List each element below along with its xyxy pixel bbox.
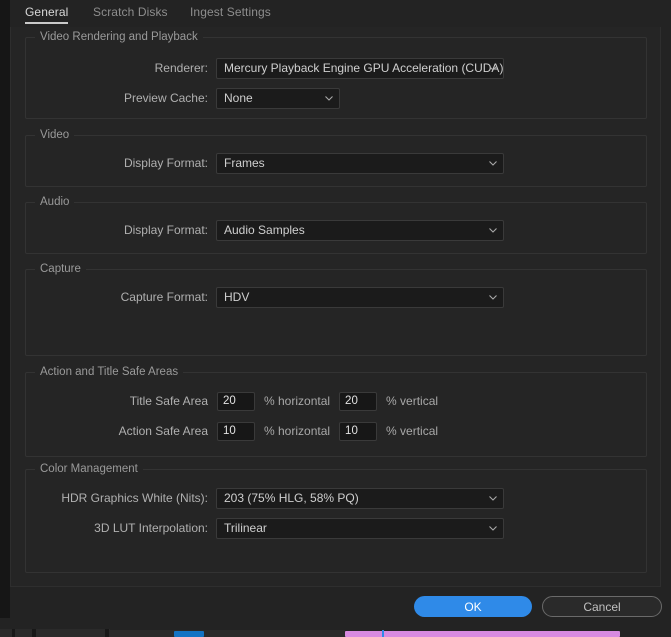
group-video: Video Display Format: Frames xyxy=(25,129,647,187)
capture-format-select[interactable]: HDV xyxy=(216,286,504,308)
row-hdr-graphics-white: HDR Graphics White (Nits): 203 (75% HLG,… xyxy=(26,487,506,509)
chevron-down-icon xyxy=(324,93,333,101)
audio-display-format-label: Display Format: xyxy=(123,223,208,237)
row-capture-format: Capture Format: HDV xyxy=(26,286,506,308)
ok-button[interactable]: OK xyxy=(414,596,532,617)
video-display-format-label: Display Format: xyxy=(123,156,208,170)
group-video-rendering-and-playback: Video Rendering and Playback Renderer: M… xyxy=(25,31,647,119)
group-video-title: Video xyxy=(35,129,75,141)
group-audio-title: Audio xyxy=(35,196,75,208)
hdr-graphics-white-select[interactable]: 203 (75% HLG, 58% PQ) xyxy=(216,487,504,509)
action-safe-horizontal-value: 10 xyxy=(223,425,236,437)
background-app-bottom-strip xyxy=(0,618,671,637)
title-safe-vertical-unit: % vertical xyxy=(386,394,439,408)
track-divider-tick xyxy=(105,629,109,637)
lut-interpolation-value: Trilinear xyxy=(224,521,267,535)
timeline-track-background xyxy=(110,630,345,637)
group-capture-title: Capture xyxy=(35,263,86,275)
cancel-button-label: Cancel xyxy=(583,599,621,614)
chevron-down-icon xyxy=(488,493,497,501)
action-safe-area-label: Action Safe Area xyxy=(118,424,208,438)
chevron-down-icon xyxy=(488,225,497,233)
group-action-and-title-safe-areas: Action and Title Safe Areas Title Safe A… xyxy=(25,366,647,457)
group-safe-areas-title: Action and Title Safe Areas xyxy=(35,366,184,378)
row-action-safe-area: Action Safe Area 10 % horizontal 10 % ve… xyxy=(26,421,446,441)
timeline-clip-blue[interactable] xyxy=(174,631,204,637)
row-preview-cache: Preview Cache: None xyxy=(26,87,356,109)
action-safe-vertical-value: 10 xyxy=(345,425,358,437)
tab-bar: General Scratch Disks Ingest Settings xyxy=(0,0,671,27)
action-safe-horizontal-input[interactable]: 10 xyxy=(217,421,255,441)
action-safe-vertical-unit: % vertical xyxy=(386,424,439,438)
chevron-down-icon xyxy=(488,158,497,166)
tab-scratch-disks-label: Scratch Disks xyxy=(93,5,168,19)
cancel-button[interactable]: Cancel xyxy=(542,596,662,617)
timeline-clip-magenta[interactable] xyxy=(345,631,620,637)
track-divider-tick xyxy=(32,629,36,637)
row-audio-display-format: Display Format: Audio Samples xyxy=(26,219,506,241)
track-header-segment xyxy=(0,629,110,637)
group-video-rendering-title: Video Rendering and Playback xyxy=(35,31,203,43)
row-video-display-format: Display Format: Frames xyxy=(26,152,506,174)
group-color-management-title: Color Management xyxy=(35,463,143,475)
chevron-down-icon xyxy=(488,523,497,531)
tab-ingest-settings-label: Ingest Settings xyxy=(190,5,271,19)
preferences-dialog: General Scratch Disks Ingest Settings Vi… xyxy=(0,0,671,637)
ok-button-label: OK xyxy=(464,599,482,614)
hdr-graphics-white-label: HDR Graphics White (Nits): xyxy=(61,491,208,505)
lut-interpolation-select[interactable]: Trilinear xyxy=(216,517,504,539)
lut-interpolation-label: 3D LUT Interpolation: xyxy=(94,521,208,535)
title-safe-horizontal-input[interactable]: 20 xyxy=(217,391,255,411)
row-3d-lut-interpolation: 3D LUT Interpolation: Trilinear xyxy=(26,517,506,539)
preferences-panel: Video Rendering and Playback Renderer: M… xyxy=(10,27,661,587)
row-title-safe-area: Title Safe Area 20 % horizontal 20 % ver… xyxy=(26,391,446,411)
group-capture: Capture Capture Format: HDV xyxy=(25,263,647,356)
row-renderer: Renderer: Mercury Playback Engine GPU Ac… xyxy=(26,57,506,79)
chevron-down-icon xyxy=(488,292,497,300)
preview-cache-label: Preview Cache: xyxy=(123,91,208,105)
title-safe-vertical-value: 20 xyxy=(345,395,358,407)
group-color-management: Color Management HDR Graphics White (Nit… xyxy=(25,463,647,573)
track-divider-tick xyxy=(12,629,15,637)
audio-display-format-select[interactable]: Audio Samples xyxy=(216,219,504,241)
capture-format-label: Capture Format: xyxy=(120,290,208,304)
video-display-format-value: Frames xyxy=(224,156,265,170)
preview-cache-select-value: None xyxy=(224,91,253,105)
group-audio: Audio Display Format: Audio Samples xyxy=(25,196,647,254)
tab-scratch-disks[interactable]: Scratch Disks xyxy=(93,5,168,19)
window-left-gutter xyxy=(0,0,10,618)
title-safe-horizontal-unit: % horizontal xyxy=(264,394,331,408)
renderer-select-value: Mercury Playback Engine GPU Acceleration… xyxy=(224,61,504,75)
tab-active-underline xyxy=(25,22,69,24)
renderer-label: Renderer: xyxy=(154,61,208,75)
tab-general-label: General xyxy=(25,5,69,19)
audio-display-format-value: Audio Samples xyxy=(224,223,305,237)
playhead-indicator[interactable] xyxy=(382,630,384,637)
video-display-format-select[interactable]: Frames xyxy=(216,152,504,174)
action-safe-vertical-input[interactable]: 10 xyxy=(339,421,378,441)
tab-ingest-settings[interactable]: Ingest Settings xyxy=(190,5,271,19)
hdr-graphics-white-value: 203 (75% HLG, 58% PQ) xyxy=(224,491,359,505)
capture-format-value: HDV xyxy=(224,290,250,304)
title-safe-area-label: Title Safe Area xyxy=(129,394,208,408)
tab-general[interactable]: General xyxy=(25,5,69,24)
title-safe-vertical-input[interactable]: 20 xyxy=(339,391,378,411)
preview-cache-select[interactable]: None xyxy=(216,87,340,109)
action-safe-horizontal-unit: % horizontal xyxy=(264,424,331,438)
title-safe-horizontal-value: 20 xyxy=(223,395,236,407)
renderer-select[interactable]: Mercury Playback Engine GPU Acceleration… xyxy=(216,57,504,79)
